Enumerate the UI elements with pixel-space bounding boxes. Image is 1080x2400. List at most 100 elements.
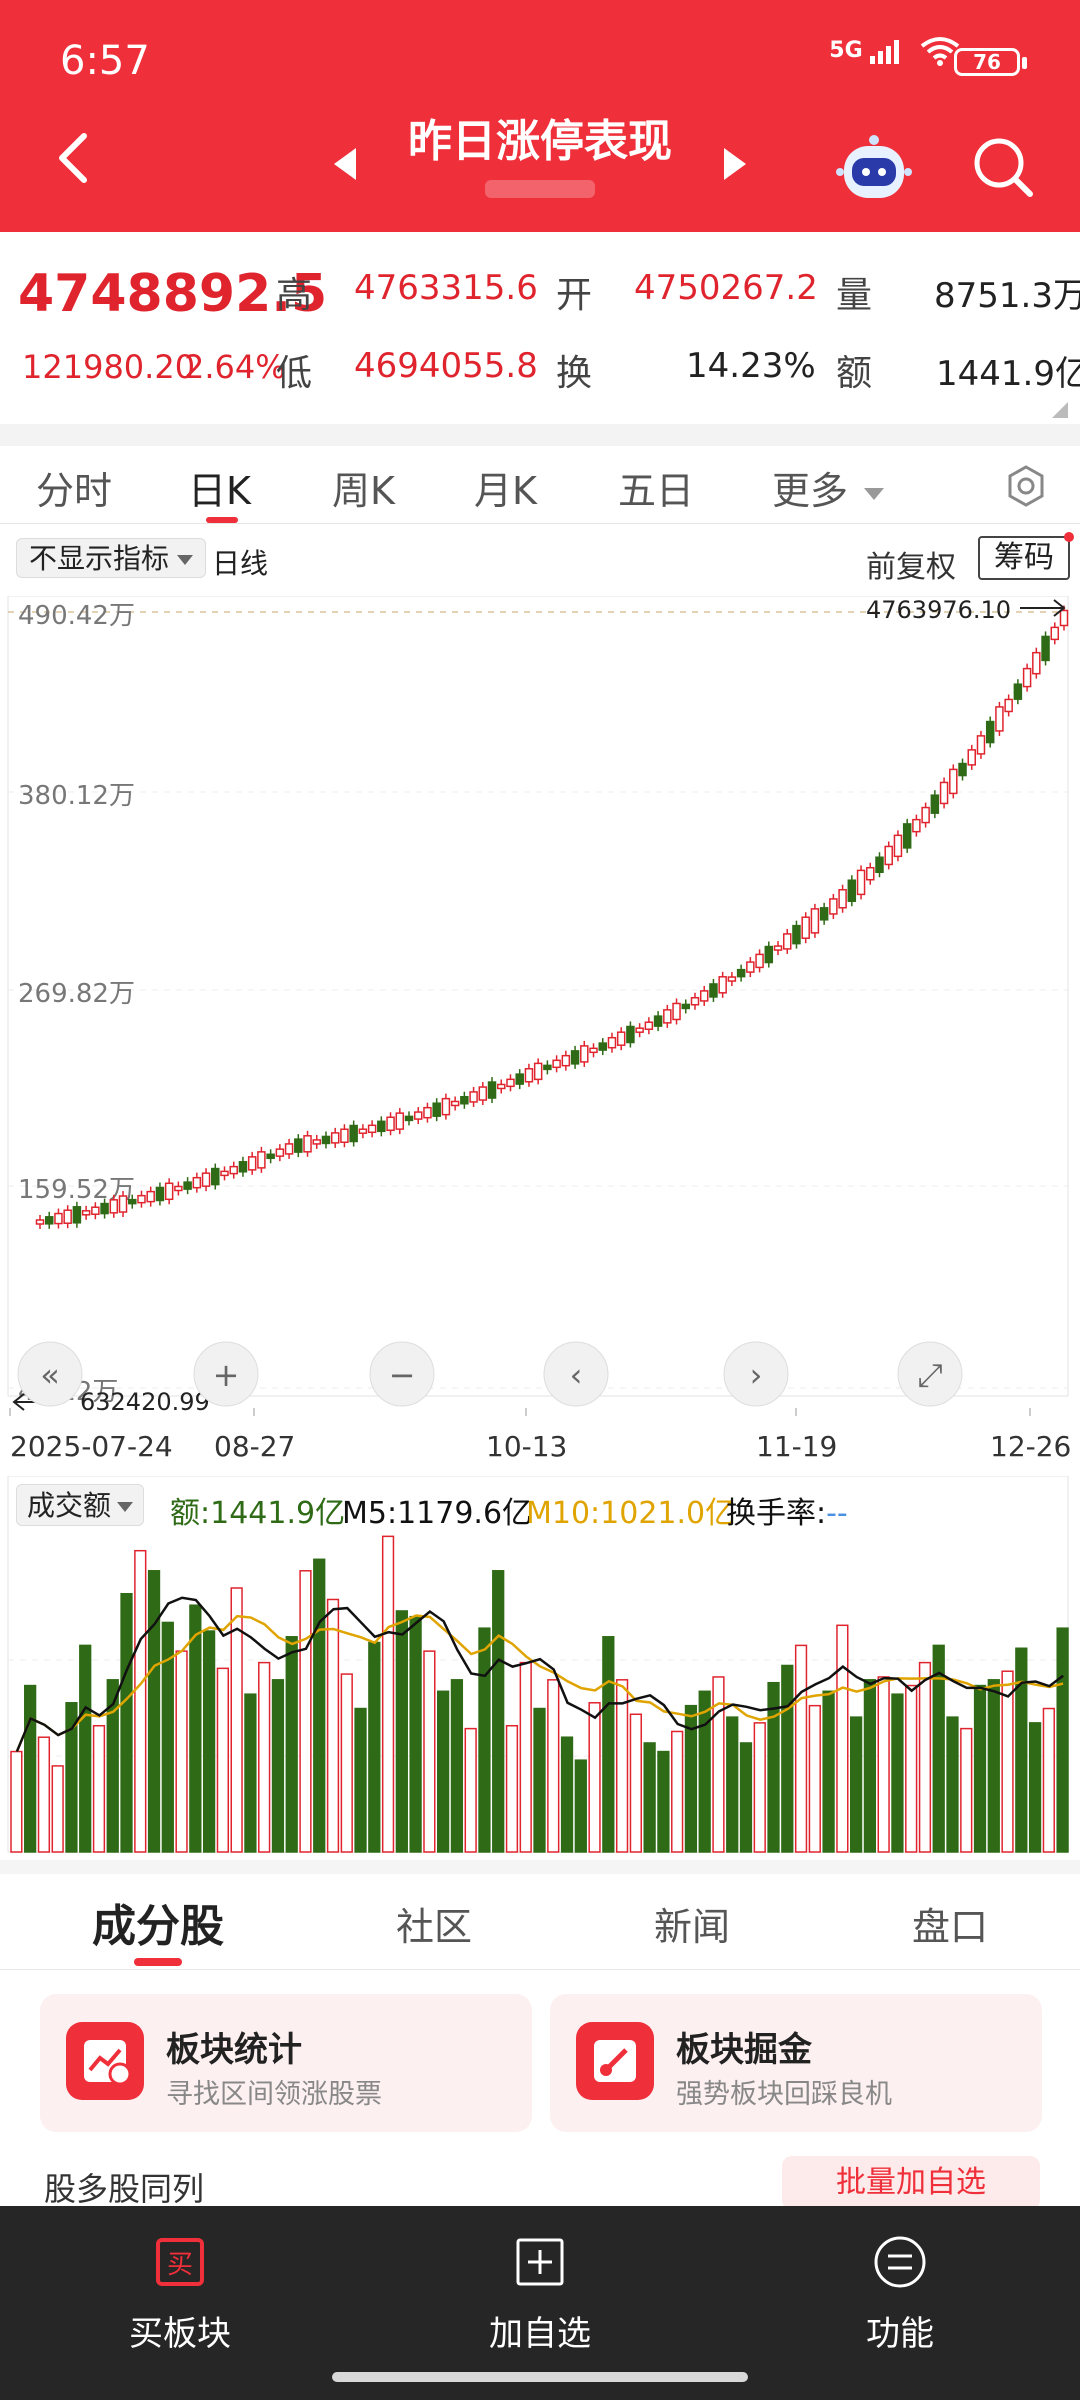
volume-bar	[629, 1713, 642, 1853]
candle	[109, 1199, 119, 1214]
functions-button[interactable]: 功能	[720, 2206, 1080, 2366]
volume-value: 8751.3万	[934, 276, 1080, 316]
batch-add-watchlist-button[interactable]: 批量加自选	[782, 2156, 1040, 2210]
volume-bar	[464, 1727, 477, 1853]
tab-daily-k[interactable]: 日K	[188, 460, 251, 515]
volume-bar	[258, 1661, 271, 1853]
buy-sector-label: 买板块	[129, 2314, 231, 2354]
volume-bar	[781, 1664, 794, 1853]
candle	[709, 983, 718, 998]
candle	[1032, 651, 1041, 675]
notification-dot	[1064, 532, 1074, 542]
price-change: 121980.20	[22, 348, 196, 386]
volume-bar	[285, 1636, 298, 1853]
buy-icon: 买	[156, 2238, 204, 2286]
multi-stock-view[interactable]: 股多股同列	[44, 2164, 204, 2210]
volume-bar	[189, 1604, 202, 1853]
candle	[367, 1124, 377, 1134]
high-label: 高	[276, 275, 313, 316]
robot-assistant-icon[interactable]	[836, 132, 912, 208]
kline-chart[interactable]: 490.42万380.12万269.82万159.52万49.22万476397…	[0, 596, 1080, 1416]
candle	[91, 1206, 100, 1215]
volume-bar	[175, 1650, 188, 1853]
chart-toolbar: 不显示指标 日线 前复权 筹码	[0, 530, 1080, 586]
candle	[746, 961, 755, 973]
buy-sector-button[interactable]: 买 买板块	[0, 2206, 360, 2366]
candle	[469, 1091, 478, 1103]
candle	[598, 1042, 607, 1051]
candle	[404, 1115, 414, 1122]
feature-cards: 板块统计 寻找区间领涨股票 板块掘金 强势板块回踩良机	[0, 1994, 1080, 2134]
gear-icon[interactable]	[1004, 464, 1048, 508]
volume-bar	[918, 1661, 932, 1853]
y-axis-label: 269.82万	[18, 979, 135, 1009]
candle	[589, 1047, 598, 1054]
candle	[220, 1170, 229, 1177]
volume-bar	[271, 1679, 285, 1853]
tab-community[interactable]: 社区	[396, 1896, 472, 1951]
volume-bar	[147, 1570, 161, 1853]
tab-news[interactable]: 新闻	[654, 1896, 730, 1951]
candle	[137, 1194, 146, 1204]
candle	[985, 720, 995, 744]
candle	[967, 749, 976, 766]
candle	[1050, 626, 1060, 641]
volume-bar	[588, 1702, 601, 1853]
search-icon[interactable]	[968, 132, 1038, 202]
candle	[275, 1148, 285, 1157]
tab-more[interactable]: 更多	[772, 460, 885, 515]
amount-value: 1441.9亿	[936, 354, 1080, 394]
sector-dig-card[interactable]: 板块掘金 强势板块回踩良机	[550, 1994, 1042, 2132]
tab-five-day[interactable]: 五日	[618, 460, 694, 515]
candle	[644, 1021, 654, 1030]
add-watch-button[interactable]: 加自选	[360, 2206, 720, 2366]
chart-clock-icon	[66, 2022, 144, 2100]
tab-monthly-k[interactable]: 月K	[474, 460, 537, 515]
back-icon[interactable]	[46, 128, 106, 188]
candle	[607, 1036, 617, 1049]
network-indicator: 5G	[829, 36, 960, 66]
candle	[718, 976, 727, 994]
tab-weekly-k[interactable]: 周K	[332, 460, 395, 515]
next-arrow-icon[interactable]	[724, 148, 746, 180]
expand-corner-icon[interactable]	[1052, 402, 1068, 418]
candle	[146, 1190, 155, 1203]
tab-constituents[interactable]: 成分股	[92, 1890, 224, 1954]
candle	[1041, 635, 1050, 662]
volume-bar	[354, 1707, 367, 1853]
candle	[884, 845, 893, 866]
open-value: 4750267.2	[634, 268, 818, 308]
volume-bar	[202, 1630, 216, 1853]
volume-bar	[960, 1727, 973, 1853]
divider	[0, 1860, 1080, 1874]
turnover-label: 换	[556, 353, 593, 394]
functions-label: 功能	[866, 2314, 934, 2354]
candle	[773, 945, 783, 951]
candle	[506, 1078, 515, 1088]
candle	[413, 1111, 423, 1120]
tab-order-book[interactable]: 盘口	[912, 1896, 988, 1951]
tab-intraday[interactable]: 分时	[36, 460, 112, 515]
candle	[949, 768, 958, 795]
candle	[561, 1054, 571, 1067]
max-price-label: 4763976.10	[866, 596, 1011, 624]
price-change-pct: 2.64%	[184, 348, 286, 386]
candle	[377, 1120, 386, 1133]
chip-distribution-button[interactable]: 筹码	[978, 536, 1070, 580]
indicator-select[interactable]: 不显示指标	[16, 538, 207, 578]
volume-bar	[216, 1667, 230, 1853]
candle	[690, 996, 700, 1006]
candle	[54, 1212, 63, 1225]
sector-stats-card[interactable]: 板块统计 寻找区间领涨股票	[40, 1994, 532, 2132]
volume-chart[interactable]	[0, 1476, 1080, 1856]
chart-clock-glyph	[84, 2040, 132, 2086]
volume-bar	[533, 1707, 546, 1853]
volume-bar	[326, 1598, 340, 1853]
card-title: 板块掘金	[676, 2030, 812, 2070]
y-axis-label: 490.42万	[18, 601, 135, 631]
volume-bar	[230, 1587, 243, 1853]
volume-bar	[808, 1704, 821, 1853]
adjust-mode[interactable]: 前复权	[866, 542, 956, 586]
candle	[349, 1124, 358, 1143]
candle	[616, 1031, 626, 1046]
